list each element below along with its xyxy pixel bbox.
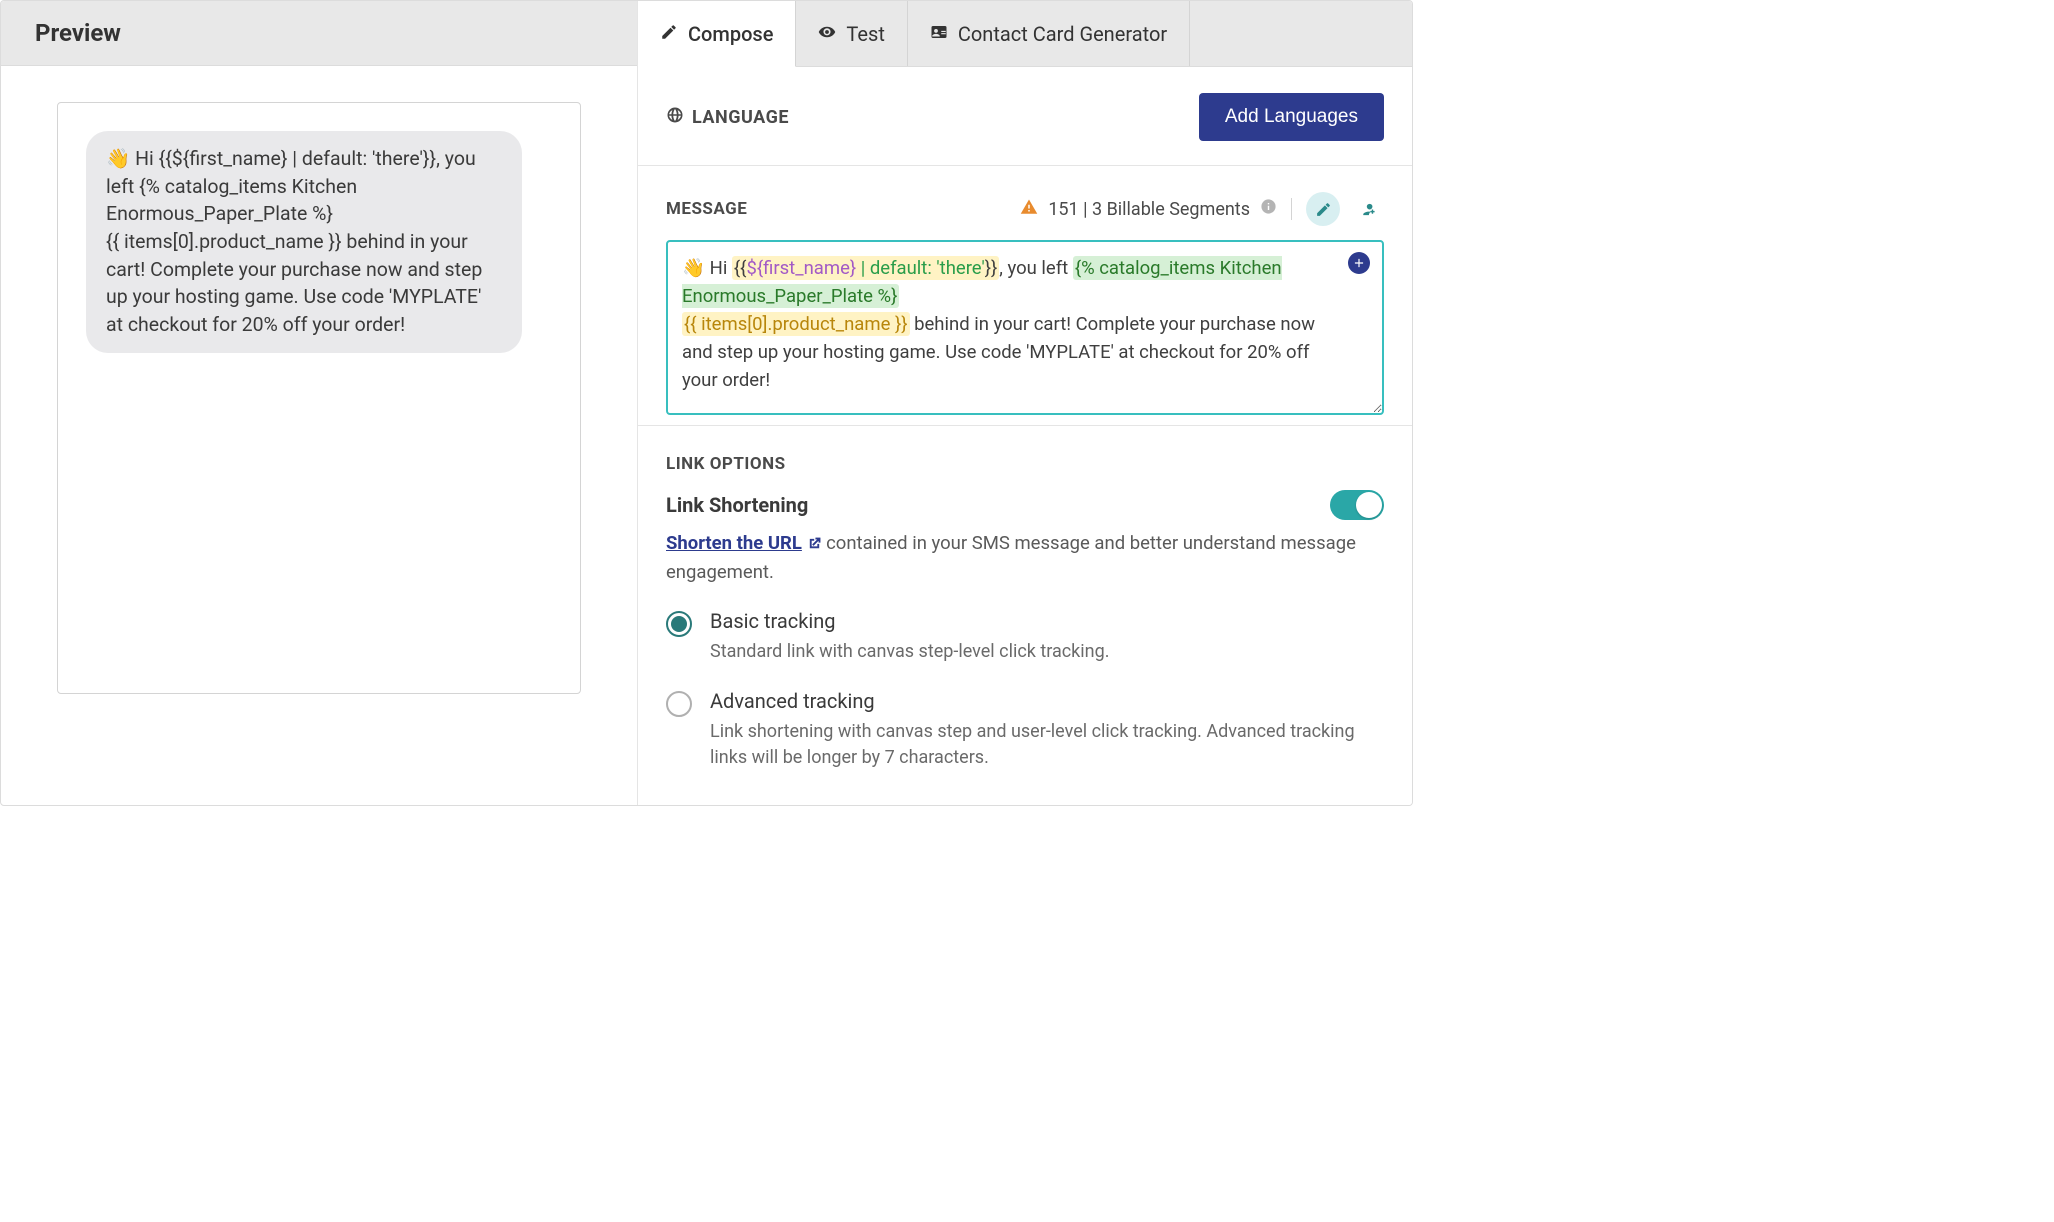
basic-tracking-sub: Standard link with canvas step-level cli…	[710, 639, 1109, 665]
link-shortening-title: Link Shortening	[666, 493, 808, 517]
tab-contact-card[interactable]: Contact Card Generator	[908, 1, 1190, 66]
bubble-line-2: {{ items[0].product_name }} behind in yo…	[106, 230, 482, 336]
tab-test-label: Test	[846, 22, 884, 46]
pencil-icon	[660, 22, 678, 46]
link-shortening-toggle[interactable]	[1330, 490, 1384, 520]
preview-title: Preview	[35, 19, 603, 47]
bubble-line-1: 👋 Hi {{${first_name} | default: 'there'}…	[106, 147, 476, 225]
add-languages-button[interactable]: Add Languages	[1199, 93, 1384, 141]
eye-icon	[818, 22, 836, 46]
tab-test[interactable]: Test	[796, 1, 907, 66]
liquid-variable: {{${first_name} | default: 'there'}}	[732, 256, 999, 280]
shorten-url-link[interactable]: Shorten the URL	[666, 532, 802, 554]
advanced-tracking-label: Advanced tracking	[710, 689, 1384, 713]
link-options-label: LINK OPTIONS	[666, 454, 786, 474]
language-label: LANGUAGE	[692, 107, 789, 128]
divider	[1291, 198, 1292, 220]
insert-snippet-button[interactable]	[1348, 252, 1370, 274]
sms-preview-frame: 👋 Hi {{${first_name} | default: 'there'}…	[57, 102, 581, 694]
tab-compose-label: Compose	[688, 22, 773, 46]
advanced-tracking-radio[interactable]	[666, 691, 692, 717]
text: 👋 Hi	[682, 257, 732, 279]
basic-tracking-label: Basic tracking	[710, 609, 1109, 633]
external-link-icon	[807, 532, 822, 560]
message-editor[interactable]: 👋 Hi {{${first_name} | default: 'there'}…	[666, 240, 1384, 415]
message-label: MESSAGE	[666, 199, 747, 219]
text: , you left	[999, 257, 1073, 279]
char-count: 151 | 3 Billable Segments	[1048, 199, 1250, 220]
tab-contact-label: Contact Card Generator	[958, 22, 1167, 46]
id-card-icon	[930, 22, 948, 46]
add-recipient-button[interactable]	[1350, 192, 1384, 226]
tab-compose[interactable]: Compose	[638, 1, 796, 67]
compose-panel: Compose Test Contact Card Generator	[638, 1, 1412, 805]
sms-bubble: 👋 Hi {{${first_name} | default: 'there'}…	[86, 131, 522, 353]
info-icon[interactable]	[1260, 198, 1277, 220]
personalization-button[interactable]	[1306, 192, 1340, 226]
liquid-item-var: {{ items[0].product_name }}	[682, 312, 910, 336]
warning-icon	[1020, 198, 1038, 221]
advanced-tracking-sub: Link shortening with canvas step and use…	[710, 719, 1384, 771]
basic-tracking-radio[interactable]	[666, 611, 692, 637]
preview-panel: Preview 👋 Hi {{${first_name} | default: …	[1, 1, 638, 805]
globe-icon	[666, 106, 684, 129]
editor-tabs: Compose Test Contact Card Generator	[638, 1, 1412, 67]
